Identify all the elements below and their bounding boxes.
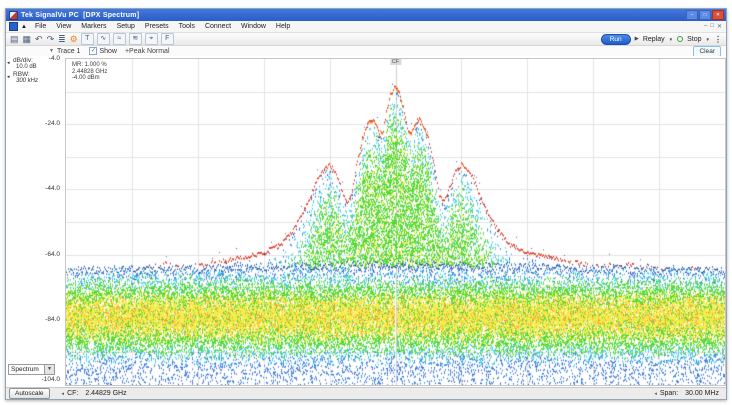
y-axis-tick-label: -44.0 [6,185,60,192]
trace-label[interactable]: Trace 1 [57,48,80,55]
cf-readout: ◂ CF: 2.44829 GHz [62,390,127,397]
app-icon [9,11,18,20]
app-menu-icon[interactable] [9,22,18,31]
spectrum-plot: CF MR: 1.000 % 2.44828 GHz -4.00 dBm [65,58,726,386]
window-title: Tek SignalVu PC [DPX Spectrum] [21,12,139,19]
trigger-icon[interactable]: T [81,33,94,45]
save-icon[interactable]: ▦ [23,34,32,45]
markers-icon[interactable]: F [161,33,174,45]
replay-icon: ▶ [635,36,639,42]
span-readout: ◂ Span: 30.00 MHz [654,390,719,397]
display-area: ◂ dB/div: 10.0 dB ◂ RBW: 300 kHz -4.0-24… [6,56,726,387]
maximize-button[interactable]: □ [699,10,711,20]
analysis-icon[interactable]: ≈ [113,33,126,45]
minimize-button[interactable]: – [686,10,698,20]
status-bar: Autoscale ◂ CF: 2.44829 GHz ◂ Span: 30.0… [6,387,726,399]
menu-connect[interactable]: Connect [200,23,236,30]
marker-density: MR: 1.000 % [72,62,107,69]
settings-gear-icon[interactable]: ⚙ [70,34,78,45]
acquire-icon[interactable]: ⌖ [145,33,158,45]
marker-readout: MR: 1.000 % 2.44828 GHz -4.00 dBm [72,62,107,82]
acquisition-controls: Run ▶ Replay ▼ Stop ▼ ⋮ [601,34,722,45]
toolbar-icons: ▤ ▦↶ ↷≣ ⚙T∿≈≋⌖F [6,33,174,45]
autoscale-button[interactable]: Autoscale [9,388,50,399]
menu-view[interactable]: View [51,23,76,30]
rbw-value[interactable]: 300 kHz [16,78,38,84]
stop-button[interactable]: Stop [687,36,701,43]
run-button[interactable]: Run [601,34,631,45]
title-bar[interactable]: Tek SignalVu PC [DPX Spectrum] – □ ✕ [6,9,726,21]
cf-label: CF: [67,390,78,397]
stop-dropdown-icon[interactable]: ▼ [706,37,710,42]
redo-icon[interactable]: ↷ [47,34,55,45]
print-icon[interactable]: ≣ [58,34,66,45]
y-axis-tick-label: -4.0 [6,55,60,62]
mdi-minimize-button[interactable]: – [704,23,707,30]
undo-icon[interactable]: ↶ [35,34,43,45]
mdi-restore-button[interactable]: □ [710,23,714,30]
menu-items: File View Markers Setup Presets Tools Co… [30,23,295,30]
desktop: Tek SignalVu PC [DPX Spectrum] – □ ✕ ▲ F… [0,0,732,405]
span-value[interactable]: 30.00 MHz [685,390,719,397]
rbw-collapse-icon[interactable]: ◂ [7,74,10,80]
menu-bar: ▲ File View Markers Setup Presets Tools … [6,21,726,33]
view-selector-value: Spectrum [11,366,39,373]
spectrum-display-icon[interactable]: ∿ [97,33,110,45]
mdi-window-controls: – □ ✕ [704,23,722,30]
cf-value[interactable]: 2.44829 GHz [85,390,126,397]
menu-window[interactable]: Window [236,23,271,30]
menu-help[interactable]: Help [271,23,295,30]
dpx-canvas[interactable] [66,59,725,385]
marker-amplitude: -4.00 dBm [72,75,107,82]
trace-bar: ▼ Trace 1 ✓ Show +Peak Normal Clear [6,46,726,56]
db-div-value[interactable]: 10.0 dB [16,64,37,70]
toolbar: ▤ ▦↶ ↷≣ ⚙T∿≈≋⌖F Run ▶ Replay ▼ Stop ▼ ⋮ [6,33,726,46]
span-label: Span: [660,390,678,397]
y-axis-tick-label: -64.0 [6,251,60,258]
view-selector[interactable]: Spectrum ▼ [8,364,55,375]
menu-file[interactable]: File [30,23,51,30]
menu-setup[interactable]: Setup [112,23,140,30]
cf-collapse-icon[interactable]: ◂ [62,391,65,397]
app-title-text: Tek SignalVu PC [21,12,79,19]
y-axis-tick-label: -24.0 [6,120,60,127]
y-axis-tick-label: -84.0 [6,316,60,323]
detection-mode-label[interactable]: +Peak Normal [125,48,170,55]
show-checkbox[interactable]: ✓ [89,47,97,55]
replay-dropdown-icon[interactable]: ▼ [669,37,673,42]
open-icon[interactable]: ▤ [10,34,19,45]
show-label: Show [99,48,117,55]
cf-axis-label: CF [390,59,401,65]
stop-icon [677,36,683,42]
document-title-text: [DPX Spectrum] [83,12,139,19]
menu-presets[interactable]: Presets [140,23,174,30]
rbw-label: RBW: [13,71,30,78]
menu-markers[interactable]: Markers [76,23,111,30]
menu-tools[interactable]: Tools [174,23,200,30]
close-button[interactable]: ✕ [712,10,724,20]
collapse-triangle-icon[interactable]: ▲ [21,24,27,30]
y-axis-tick-label: -104.0 [6,376,60,383]
app-window: Tek SignalVu PC [DPX Spectrum] – □ ✕ ▲ F… [5,8,727,400]
window-controls: – □ ✕ [686,10,724,20]
iq-waveform-icon[interactable]: ≋ [129,33,142,45]
span-collapse-icon[interactable]: ◂ [654,391,657,397]
replay-button[interactable]: Replay [643,36,665,43]
overflow-menu-icon[interactable]: ⋮ [714,35,722,44]
view-selector-dropdown-icon[interactable]: ▼ [44,365,54,374]
mdi-close-button[interactable]: ✕ [717,23,722,30]
trace-collapse-icon[interactable]: ▼ [49,48,54,54]
